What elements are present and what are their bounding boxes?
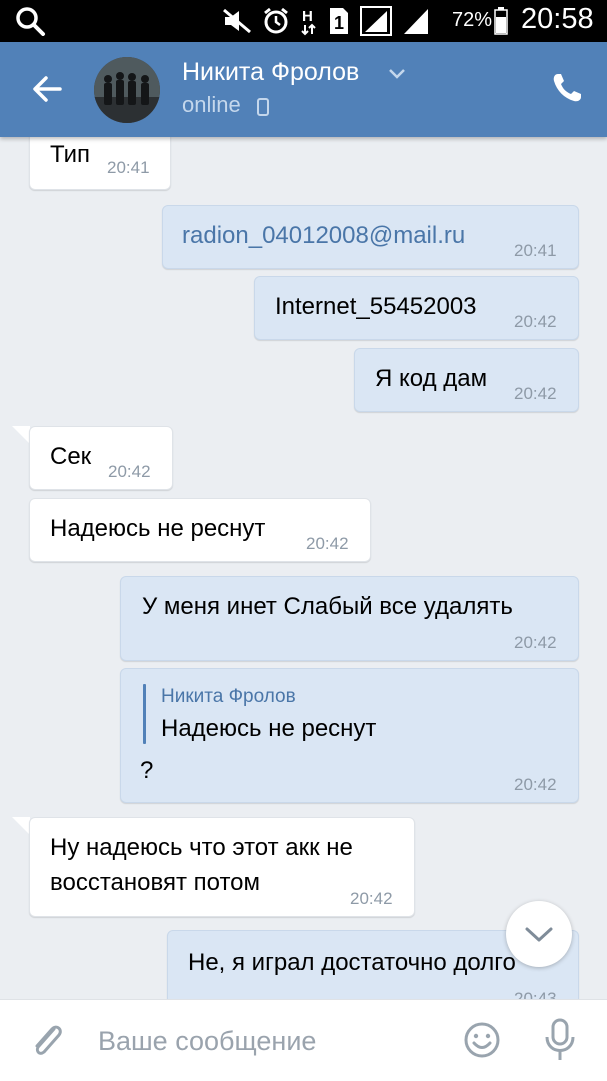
network-h-icon: H xyxy=(301,8,316,36)
incoming-message[interactable]: Тип 20:41 xyxy=(29,137,171,190)
svg-text:H: H xyxy=(302,8,313,25)
message-text: Надеюсь не реснут xyxy=(50,515,266,542)
email-link[interactable]: radion_04012008@mail.ru xyxy=(182,219,465,253)
bubble-tail xyxy=(12,817,30,835)
message-text-line2: восстановят потом xyxy=(50,869,261,896)
contact-name[interactable]: Никита Фролов xyxy=(182,58,359,87)
attach-icon[interactable] xyxy=(30,1020,66,1060)
battery-percent: 72% xyxy=(452,9,493,31)
message-list[interactable]: Тип 20:41 radion_04012008@mail.ru 20:41 … xyxy=(0,137,607,999)
svg-text:1: 1 xyxy=(334,13,344,33)
message-text: У меня инет Слабый все удалять xyxy=(142,593,513,620)
outgoing-message[interactable]: У меня инет Слабый все удалять 20:42 xyxy=(120,576,579,661)
signal-2-icon xyxy=(404,9,428,34)
contact-status: online xyxy=(182,92,241,117)
bubble-tail xyxy=(12,426,30,444)
clock: 20:58 xyxy=(521,3,594,35)
incoming-message[interactable]: Надеюсь не реснут 20:42 xyxy=(29,498,371,562)
sim1-icon: 1 xyxy=(330,8,348,34)
message-time: 20:42 xyxy=(514,312,557,331)
outgoing-message[interactable]: radion_04012008@mail.ru 20:41 xyxy=(162,205,579,269)
message-time: 20:42 xyxy=(514,384,557,403)
outgoing-reply-message[interactable]: Никита Фролов Надеюсь не реснут ? 20:42 xyxy=(120,668,579,803)
message-input[interactable] xyxy=(96,1022,440,1060)
mute-icon xyxy=(223,8,251,34)
incoming-message[interactable]: Сек 20:42 xyxy=(29,426,173,490)
outgoing-message[interactable]: Internet_55452003 20:42 xyxy=(254,276,579,340)
mic-icon[interactable] xyxy=(541,1017,579,1063)
chat-header: Никита Фролов online xyxy=(0,42,607,137)
avatar[interactable] xyxy=(94,57,160,123)
message-time: 20:41 xyxy=(514,241,557,260)
message-text: Сек xyxy=(50,443,92,470)
message-time: 20:42 xyxy=(350,889,393,908)
battery-icon xyxy=(494,7,508,35)
message-text: Тип xyxy=(50,141,91,168)
chevron-down-icon[interactable] xyxy=(388,68,406,80)
search-icon[interactable] xyxy=(14,6,48,36)
scroll-to-bottom-button[interactable] xyxy=(506,901,572,967)
signal-1-icon xyxy=(360,6,392,36)
incoming-message[interactable]: Ну надеюсь что этот акк не восстановят п… xyxy=(29,817,415,917)
message-text: Не, я играл достаточно долго xyxy=(188,949,516,976)
message-time: 20:43 xyxy=(514,989,557,999)
back-arrow-icon[interactable] xyxy=(30,72,64,106)
message-time: 20:42 xyxy=(514,633,557,652)
avatar-image xyxy=(94,57,160,123)
message-text: Я код дам xyxy=(375,365,488,392)
message-text: ? xyxy=(140,757,154,784)
alarm-icon xyxy=(264,7,288,34)
reply-text: Надеюсь не реснут xyxy=(161,715,377,742)
composer-bar xyxy=(0,999,607,1081)
outgoing-message[interactable]: Я код дам 20:42 xyxy=(354,348,579,412)
reply-author[interactable]: Никита Фролов xyxy=(161,686,296,708)
mobile-icon xyxy=(257,98,269,116)
message-time: 20:42 xyxy=(108,462,151,481)
message-text: Internet_55452003 xyxy=(275,293,477,320)
message-time: 20:41 xyxy=(107,158,150,177)
message-time: 20:42 xyxy=(306,534,349,553)
message-text-line1: Ну надеюсь что этот акк не xyxy=(50,834,353,861)
emoji-icon[interactable] xyxy=(463,1021,501,1059)
message-time: 20:42 xyxy=(514,775,557,794)
reply-quote-bar xyxy=(143,684,146,744)
status-icons: H 1 xyxy=(222,4,430,38)
status-bar: H 1 72% 20:58 xyxy=(0,0,607,42)
phone-call-icon[interactable] xyxy=(551,72,583,104)
chevron-down-icon xyxy=(525,927,553,942)
